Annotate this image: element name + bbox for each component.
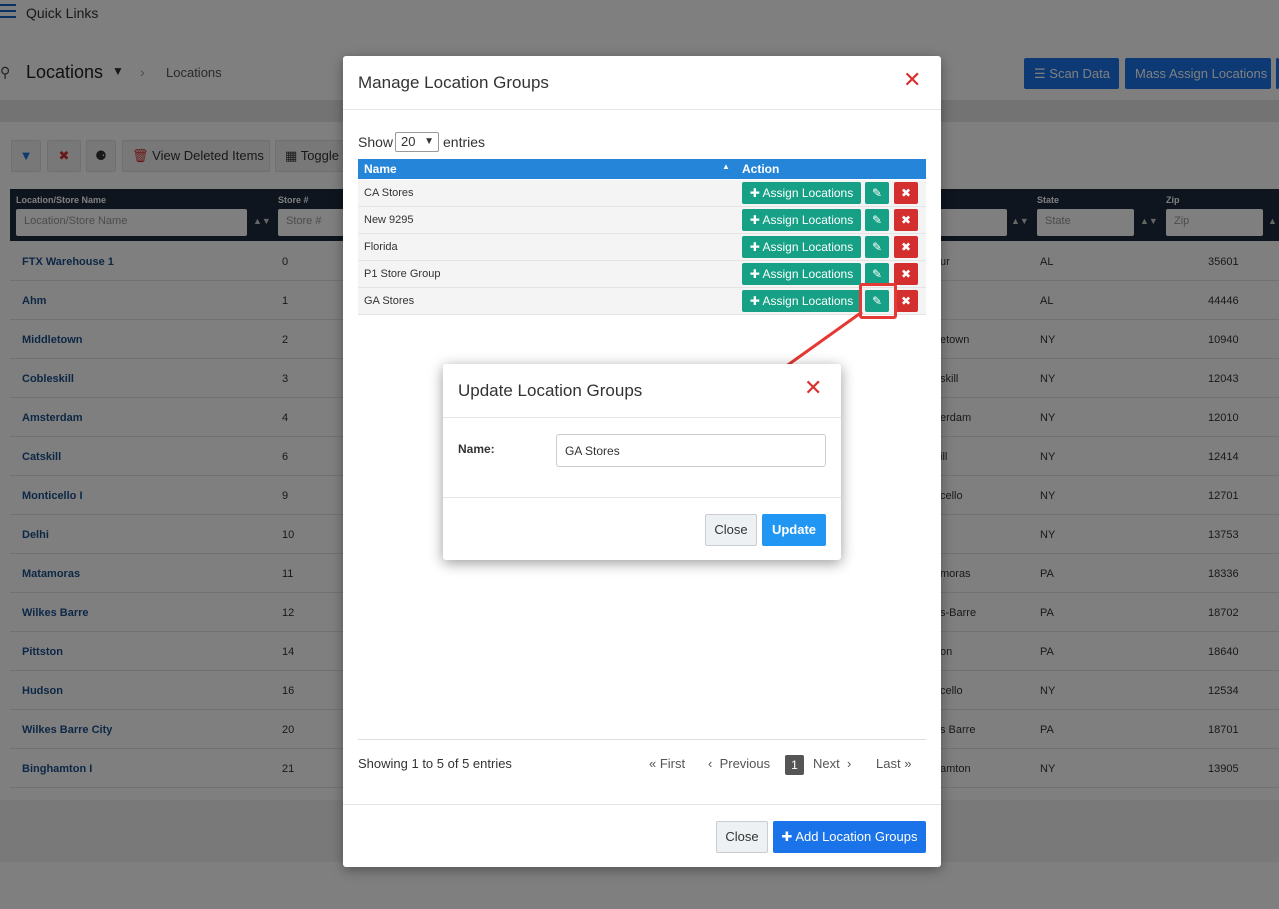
edit-button[interactable]: ✎	[865, 236, 889, 258]
assign-locations-label: Assign Locations	[762, 213, 854, 227]
add-location-groups-button[interactable]: ✚ Add Location Groups	[773, 821, 926, 853]
chevron-down-icon: ▼	[424, 136, 434, 147]
action-column-header: Action	[742, 162, 780, 176]
name-column-header[interactable]: Name	[364, 162, 397, 176]
plus-icon: ✚	[749, 186, 760, 200]
delete-icon: ✖	[900, 186, 912, 200]
assign-locations-label: Assign Locations	[762, 267, 854, 281]
last-page-link[interactable]: Last »	[876, 756, 911, 771]
assign-locations-label: Assign Locations	[762, 294, 854, 308]
assign-locations-button[interactable]: ✚ Assign Locations	[742, 209, 861, 231]
group-name: Florida	[364, 241, 398, 253]
divider	[443, 497, 841, 498]
close-icon[interactable]: ✕	[903, 69, 921, 91]
divider	[343, 804, 941, 805]
show-label: Show	[358, 134, 394, 150]
pencil-icon: ✎	[871, 213, 883, 227]
close-button[interactable]: Close	[705, 514, 757, 546]
table-row: P1 Store Group ✚ Assign Locations ✎ ✖	[358, 261, 926, 288]
plus-icon: ✚	[781, 829, 793, 844]
table-row: Florida ✚ Assign Locations ✎ ✖	[358, 234, 926, 261]
assign-locations-button[interactable]: ✚ Assign Locations	[742, 263, 861, 285]
group-name-input[interactable]	[556, 434, 826, 467]
delete-button[interactable]: ✖	[894, 236, 918, 258]
table-row: GA Stores ✚ Assign Locations ✎ ✖	[358, 288, 926, 315]
modal-title: Update Location Groups	[458, 381, 643, 400]
edit-highlight-box	[859, 283, 897, 319]
assign-locations-button[interactable]: ✚ Assign Locations	[742, 236, 861, 258]
delete-button[interactable]: ✖	[894, 182, 918, 204]
entries-info: Showing 1 to 5 of 5 entries	[358, 756, 512, 771]
entries-label: entries	[443, 134, 486, 150]
edit-button[interactable]: ✎	[865, 209, 889, 231]
groups-table-header: Name ▲ Action	[358, 159, 926, 179]
table-row: CA Stores ✚ Assign Locations ✎ ✖	[358, 180, 926, 207]
edit-button[interactable]: ✎	[865, 182, 889, 204]
group-name: CA Stores	[364, 187, 414, 199]
first-page-link[interactable]: « First	[649, 756, 685, 771]
plus-icon: ✚	[749, 294, 760, 308]
delete-icon: ✖	[900, 240, 912, 254]
close-icon[interactable]: ✕	[804, 377, 822, 399]
plus-icon: ✚	[749, 240, 760, 254]
delete-icon: ✖	[900, 267, 912, 281]
group-name: P1 Store Group	[364, 268, 441, 280]
update-location-groups-modal: Update Location Groups ✕ Name: Close Upd…	[443, 364, 841, 560]
delete-icon: ✖	[900, 294, 912, 308]
group-name: New 9295	[364, 214, 414, 226]
page-size-select[interactable]: 20 ▼	[395, 132, 439, 152]
pencil-icon: ✎	[871, 186, 883, 200]
assign-locations-button[interactable]: ✚ Assign Locations	[742, 182, 861, 204]
assign-locations-label: Assign Locations	[762, 240, 854, 254]
plus-icon: ✚	[749, 213, 760, 227]
divider	[343, 109, 941, 110]
previous-page-link[interactable]: ‹ Previous	[708, 756, 770, 771]
modal-title: Manage Location Groups	[358, 73, 549, 92]
pencil-icon: ✎	[871, 240, 883, 254]
update-button[interactable]: Update	[762, 514, 826, 546]
page-number[interactable]: 1	[785, 755, 804, 775]
sort-asc-icon[interactable]: ▲	[722, 162, 730, 171]
assign-locations-button[interactable]: ✚ Assign Locations	[742, 290, 861, 312]
plus-icon: ✚	[749, 267, 760, 281]
delete-button[interactable]: ✖	[894, 209, 918, 231]
close-button[interactable]: Close	[716, 821, 768, 853]
page-size-value: 20	[401, 134, 416, 149]
previous-label: Previous	[719, 756, 771, 771]
assign-locations-label: Assign Locations	[762, 186, 854, 200]
name-label: Name:	[458, 442, 495, 456]
delete-icon: ✖	[900, 213, 912, 227]
next-label: Next	[813, 756, 840, 771]
next-page-link[interactable]: Next ›	[813, 756, 851, 771]
delete-button[interactable]: ✖	[894, 263, 918, 285]
add-location-groups-label: Add Location Groups	[795, 829, 918, 844]
divider	[358, 739, 926, 740]
delete-button[interactable]: ✖	[894, 290, 918, 312]
last-label: Last	[876, 756, 901, 771]
edit-button[interactable]: ✎	[865, 263, 889, 285]
group-name: GA Stores	[364, 295, 415, 307]
table-row: New 9295 ✚ Assign Locations ✎ ✖	[358, 207, 926, 234]
divider	[443, 417, 841, 418]
pencil-icon: ✎	[871, 267, 883, 281]
first-label: First	[659, 756, 686, 771]
